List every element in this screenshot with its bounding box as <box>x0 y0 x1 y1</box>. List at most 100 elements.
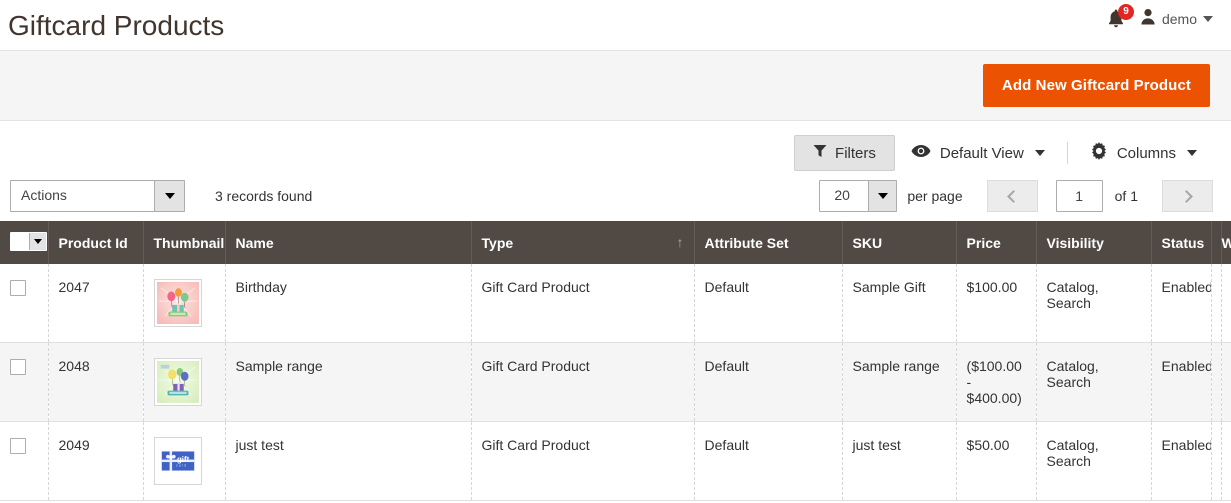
page-title: Giftcard Products <box>8 10 225 41</box>
add-new-giftcard-product-button[interactable]: Add New Giftcard Product <box>982 64 1210 107</box>
cell-name: Birthday <box>225 264 472 343</box>
column-header-name[interactable]: Name <box>225 221 472 264</box>
gear-icon <box>1090 142 1108 164</box>
column-header-websites[interactable]: Websites <box>1211 221 1231 264</box>
cell-name: Sample range <box>225 342 472 422</box>
column-header-sku[interactable]: SKU <box>842 221 957 264</box>
pagination-controls: 20 per page 1 of 1 <box>819 180 1213 212</box>
column-header-price[interactable]: Price <box>956 221 1037 264</box>
cell-sku: Sample Gift <box>842 264 957 343</box>
column-header-visibility[interactable]: Visibility <box>1036 221 1152 264</box>
column-header-type-label: Type <box>481 234 514 251</box>
page-actions-bar: Add New Giftcard Product <box>0 50 1231 121</box>
chevron-down-icon <box>1203 16 1213 22</box>
cell-action: Edit <box>1221 421 1231 501</box>
row-checkbox[interactable] <box>10 438 26 454</box>
cell-price: $50.00 <box>956 421 1037 501</box>
checkbox-box[interactable] <box>11 233 29 250</box>
chevron-down-icon <box>868 181 897 211</box>
filters-label: Filters <box>835 144 876 162</box>
cell-action: Edit <box>1221 342 1231 422</box>
cell-websites: Main Website <box>1211 264 1222 343</box>
mass-actions-label: Actions <box>21 187 67 203</box>
toolbar-divider <box>1066 142 1068 164</box>
cell-status: Enabled <box>1151 421 1212 501</box>
column-header-thumbnail[interactable]: Thumbnail <box>143 221 226 264</box>
column-header-status[interactable]: Status <box>1151 221 1212 264</box>
birthday-balloons-thumbnail <box>153 279 202 327</box>
svg-text:gift: gift <box>177 455 190 464</box>
page-header: Giftcard Products 9 demo <box>0 0 1231 50</box>
cell-sku: just test <box>842 421 957 501</box>
table-header-row: Product Id Thumbnail Name Type ↑ Attribu… <box>0 221 1231 264</box>
next-page-button[interactable] <box>1162 180 1213 212</box>
cell-product-id: 2047 <box>48 264 144 343</box>
cell-websites: Main Website <box>1211 342 1222 422</box>
cell-thumbnail <box>143 342 226 422</box>
chevron-right-icon <box>1179 189 1193 203</box>
select-all-checkbox[interactable] <box>10 232 47 251</box>
row-select-cell[interactable] <box>0 342 49 422</box>
chevron-down-icon <box>1034 150 1045 156</box>
chevron-down-icon <box>1187 150 1197 156</box>
cell-type: Gift Card Product <box>471 342 695 422</box>
columns-label: Columns <box>1116 144 1176 162</box>
default-view-label: Default View <box>939 144 1024 162</box>
previous-page-button[interactable] <box>986 180 1038 212</box>
chevron-down-icon[interactable] <box>29 233 46 250</box>
per-page-value: 20 <box>834 187 850 203</box>
cell-visibility: Catalog, Search <box>1036 342 1152 422</box>
chevron-down-icon <box>154 181 184 211</box>
row-select-cell[interactable] <box>0 421 49 501</box>
grid-toolbar: Filters Default View Columns <box>0 121 1231 171</box>
user-name-label: demo <box>1161 11 1197 27</box>
columns-selector[interactable]: Columns <box>1074 141 1213 165</box>
table-row[interactable]: 2049 gift card just test Gift Card Produ… <box>0 421 1231 501</box>
blue-gift-card-thumbnail: gift card <box>153 437 202 485</box>
notifications-button[interactable]: 9 <box>1106 4 1134 30</box>
column-header-product-id[interactable]: Product Id <box>48 221 144 264</box>
filters-button[interactable]: Filters <box>794 135 895 171</box>
cell-type: Gift Card Product <box>471 264 695 343</box>
cell-sku: Sample range <box>842 342 957 422</box>
header-user-area: 9 demo <box>1106 4 1213 30</box>
column-header-attribute-set[interactable]: Attribute Set <box>694 221 843 264</box>
records-found-label: 3 records found <box>215 188 313 204</box>
cell-status: Enabled <box>1151 264 1212 343</box>
cell-thumbnail <box>143 264 226 343</box>
per-page-select[interactable]: 20 <box>819 180 898 212</box>
cell-visibility: Catalog, Search <box>1036 264 1152 343</box>
cell-websites: Main Website <box>1211 421 1222 501</box>
user-menu[interactable]: demo <box>1140 8 1213 30</box>
funnel-icon <box>813 144 827 162</box>
svg-text:card: card <box>176 464 187 468</box>
green-balloons-thumbnail <box>153 358 202 406</box>
cell-attribute-set: Default <box>694 342 843 422</box>
cell-product-id: 2048 <box>48 342 144 422</box>
cell-price: $100.00 <box>956 264 1037 343</box>
select-all-header[interactable] <box>0 221 49 264</box>
current-page-input[interactable]: 1 <box>1055 180 1103 212</box>
mass-actions-select[interactable]: Actions <box>10 180 185 212</box>
giftcard-products-table: Product Id Thumbnail Name Type ↑ Attribu… <box>0 221 1231 501</box>
row-checkbox[interactable] <box>10 280 26 296</box>
table-row[interactable]: 2048 Sample range Gift Card Product Defa… <box>0 342 1231 422</box>
default-view-selector[interactable]: Default View <box>895 141 1061 165</box>
cell-name: just test <box>225 421 472 501</box>
cell-action: Edit <box>1221 264 1231 343</box>
total-pages-label: of 1 <box>1114 188 1138 204</box>
user-icon <box>1140 8 1156 30</box>
cell-thumbnail: gift card <box>143 421 226 501</box>
cell-visibility: Catalog, Search <box>1036 421 1152 501</box>
column-header-type[interactable]: Type ↑ <box>471 221 695 264</box>
cell-status: Enabled <box>1151 342 1212 422</box>
row-select-cell[interactable] <box>0 264 49 343</box>
cell-attribute-set: Default <box>694 421 843 501</box>
table-row[interactable]: 2047 Birthday Gift Card Product Default … <box>0 264 1231 343</box>
eye-icon <box>911 144 931 162</box>
cell-attribute-set: Default <box>694 264 843 343</box>
sort-ascending-icon: ↑ <box>676 233 684 250</box>
grid-controls-bar: Actions 3 records found 20 per page 1 of… <box>0 169 1231 221</box>
row-checkbox[interactable] <box>10 359 26 375</box>
cell-product-id: 2049 <box>48 421 144 501</box>
